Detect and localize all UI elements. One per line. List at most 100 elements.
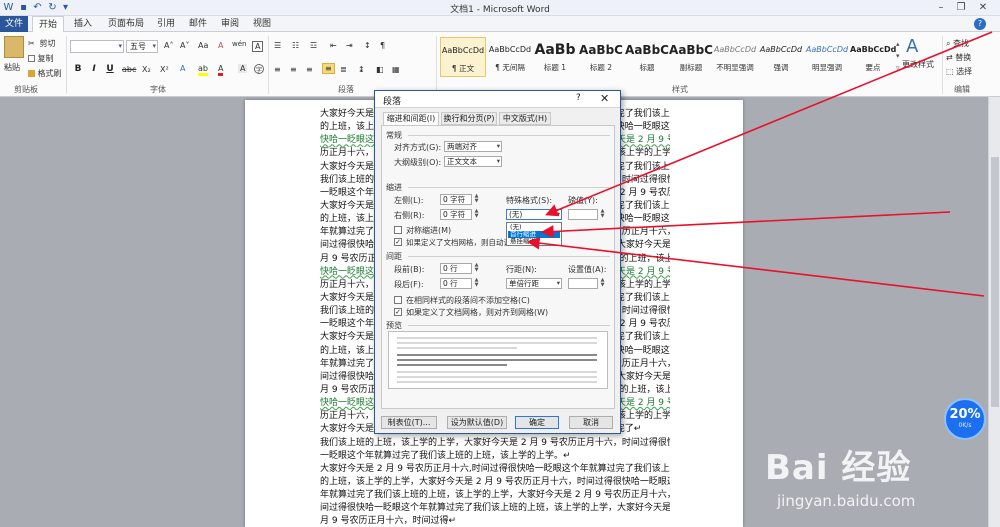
at-input[interactable] [568,278,598,289]
change-styles-button[interactable]: 更改样式 [902,59,934,70]
snap-to-grid-checkbox[interactable]: ✓ [394,308,402,316]
speed-rate: 0K/s [958,422,972,429]
select-icon: ⬚ [946,67,954,76]
multilevel-list-icon[interactable]: ☲ [310,41,317,50]
borders-icon[interactable]: ▦ [392,65,400,74]
dialog-help-button[interactable]: ? [576,93,581,103]
superscript-button[interactable]: X² [160,65,169,74]
auto-right-indent-checkbox[interactable]: ✓ [394,238,402,246]
no-space-same-style-checkbox[interactable] [394,296,402,304]
outline-level-select[interactable]: 正文文本 ▾ [444,156,502,167]
copy-button[interactable]: 复制 [28,53,54,64]
tab-view[interactable]: 视图 [248,16,276,32]
align-center-icon[interactable]: ≡ [290,65,297,74]
font-name-combo[interactable]: ▾ [70,40,124,53]
numbering-icon[interactable]: ☷ [292,41,299,50]
tab-asian-typography[interactable]: 中文版式(H) [499,112,551,125]
increase-indent-icon[interactable]: ⇥ [346,41,353,50]
tabs-button[interactable]: 制表位(T)... [381,416,437,429]
underline-button[interactable]: U [104,64,116,74]
shrink-font-button[interactable]: A˅ [180,41,189,50]
restore-button[interactable]: ❐ [952,1,970,14]
network-speed-widget[interactable]: 20% 0K/s [944,398,986,440]
clear-format-button[interactable]: A [218,41,223,50]
style-subtitle[interactable]: AaBbC 副标题 [668,37,714,77]
format-painter-button[interactable]: 格式刷 [28,68,62,79]
vertical-scrollbar[interactable] [988,97,1000,527]
scrollbar-thumb[interactable] [991,157,999,407]
phonetic-button[interactable]: wén [232,40,246,48]
tab-mailings[interactable]: 邮件 [184,16,212,32]
font-color-icon[interactable]: A [218,64,224,76]
alignment-select[interactable]: 两端对齐 ▾ [444,141,502,152]
char-border-button[interactable]: A [252,41,264,52]
style-subtle-emphasis[interactable]: AaBbCcDd 不明显强调 [712,37,758,77]
line-spacing-select[interactable]: 单倍行距 ▾ [506,278,562,289]
strikethrough-button[interactable]: abc [122,65,136,74]
spin-arrows-icon[interactable]: ▲ ▼ [473,263,480,274]
spin-arrows-icon[interactable]: ▲ ▼ [599,209,606,220]
style-intense-emphasis[interactable]: AaBbCcDd 明显强调 [804,37,850,77]
indent-right-input[interactable]: 0 字符 [440,209,472,220]
tab-line-page-breaks[interactable]: 换行和分页(P) [441,112,497,125]
replace-button[interactable]: ⇄ 替换 [946,52,971,63]
space-after-input[interactable]: 0 行 [440,278,472,289]
cut-button[interactable]: ✂ 剪切 [28,38,56,49]
styles-scroll-icon[interactable]: ▴ ▾ ▿ [896,38,900,74]
cancel-button[interactable]: 取消 [569,416,613,429]
dialog-close-button[interactable]: ✕ [600,92,609,105]
style-emphasis[interactable]: AaBbCcDd 强调 [758,37,804,77]
style-no-spacing[interactable]: AaBbCcDd ¶ 无间隔 [487,37,533,77]
style-heading-2[interactable]: AaBbC 标题 2 [578,37,624,77]
tab-insert[interactable]: 插入 [68,16,98,32]
indent-left-input[interactable]: 0 字符 [440,194,472,205]
style-strong[interactable]: AaBbCcDd 要点 [850,37,896,77]
style-normal[interactable]: AaBbCcDd ¶ 正文 [440,37,486,77]
align-right-icon[interactable]: ≡ [306,65,313,74]
tab-file[interactable]: 文件 [0,16,28,32]
spin-arrows-icon[interactable]: ▲ ▼ [473,278,480,289]
ok-button[interactable]: 确定 [515,416,559,429]
space-before-input[interactable]: 0 行 [440,263,472,274]
enclose-char-icon[interactable]: 字 [254,64,264,74]
font-size-combo[interactable]: 五号 ▾ [126,40,158,53]
italic-button[interactable]: I [88,64,100,74]
tab-references[interactable]: 引用 [152,16,180,32]
set-default-button[interactable]: 设为默认值(D) [447,416,507,429]
minimize-button[interactable]: – [932,1,950,14]
highlight-icon[interactable]: ab [198,64,208,76]
option-hanging[interactable]: 悬挂缩进 [508,238,560,245]
char-shading-icon[interactable]: A [238,64,248,73]
bold-button[interactable]: B [72,64,84,74]
spin-arrows-icon[interactable]: ▲ ▼ [473,209,480,220]
sort-icon[interactable]: ↕ [364,41,371,50]
bullets-icon[interactable]: ☰ [274,41,282,50]
help-icon[interactable]: ? [974,18,986,30]
shading-icon[interactable]: ◧ [376,65,384,74]
select-button[interactable]: ⬚ 选择 [946,66,972,77]
special-indent-select[interactable]: (无) ▾ [506,209,562,220]
find-button[interactable]: ⌕ 查找 [946,38,969,49]
justify-icon[interactable]: ≡ [322,63,335,74]
close-window-button[interactable]: ✕ [974,1,992,14]
style-title[interactable]: AaBbC 标题 [624,37,670,77]
show-marks-icon[interactable]: ¶ [380,41,385,50]
line-spacing-icon[interactable]: ↨ [358,65,365,74]
distributed-icon[interactable]: ≣ [340,65,347,74]
text-effects-icon[interactable]: A [180,64,185,73]
spin-arrows-icon[interactable]: ▲ ▼ [599,278,606,289]
paste-button[interactable]: 粘贴 [4,62,20,73]
tab-indents-spacing[interactable]: 缩进和间距(I) [383,112,439,126]
mirror-indent-checkbox[interactable] [394,226,402,234]
align-left-icon[interactable]: ≡ [274,65,281,74]
decrease-indent-icon[interactable]: ⇤ [330,41,337,50]
tab-review[interactable]: 审阅 [216,16,244,32]
by-input[interactable] [568,209,598,220]
subscript-button[interactable]: X₂ [142,65,151,74]
tab-page-layout[interactable]: 页面布局 [103,16,149,32]
tab-home[interactable]: 开始 [32,16,64,33]
spin-arrows-icon[interactable]: ▲ ▼ [473,194,480,205]
style-heading-1[interactable]: AaBb 标题 1 [532,37,578,77]
grow-font-button[interactable]: A˄ [164,41,173,50]
change-case-button[interactable]: Aa [198,41,208,50]
